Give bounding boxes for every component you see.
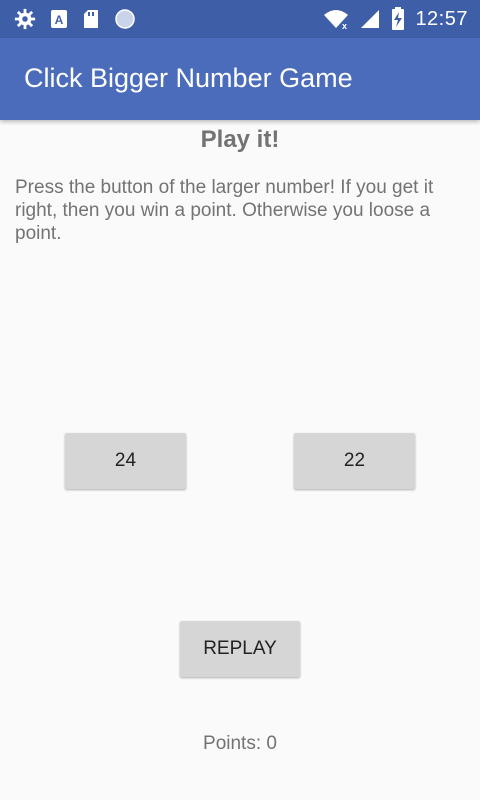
font-a-icon: A <box>50 8 68 30</box>
app-title: Click Bigger Number Game <box>24 63 353 93</box>
right-number-button[interactable]: 22 <box>294 433 415 489</box>
status-bar: A x 12:57 <box>0 0 480 38</box>
gear-icon <box>14 8 36 30</box>
sd-card-icon <box>82 8 100 30</box>
circle-icon <box>114 8 136 30</box>
left-number-button[interactable]: 24 <box>65 433 186 489</box>
instructions-text: Press the button of the larger number! I… <box>15 177 434 244</box>
page-heading: Play it! <box>200 126 280 153</box>
svg-text:x: x <box>342 21 347 30</box>
app-bar: Click Bigger Number Game <box>0 38 480 120</box>
status-bar-left: A <box>14 8 136 30</box>
status-time: 12:57 <box>415 7 468 30</box>
replay-button[interactable]: REPLAY <box>180 621 300 677</box>
battery-charging-icon <box>391 7 405 31</box>
svg-text:A: A <box>55 13 64 27</box>
status-bar-right: x 12:57 <box>323 7 468 31</box>
wifi-icon: x <box>323 8 349 30</box>
points-label: Points: 0 <box>203 733 277 754</box>
cell-signal-icon <box>359 8 381 30</box>
